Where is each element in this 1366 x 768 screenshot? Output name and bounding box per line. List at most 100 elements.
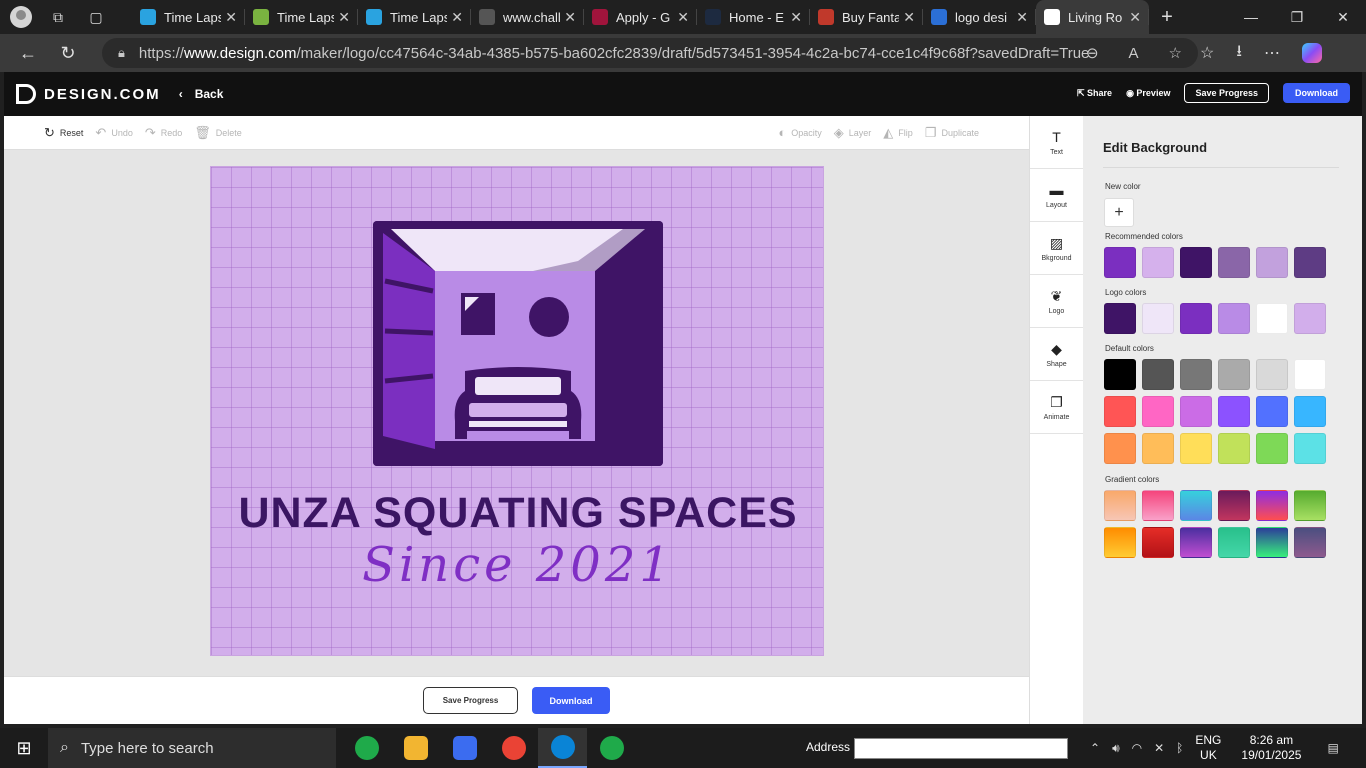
- color-swatch[interactable]: [1142, 490, 1174, 521]
- side-tool-bkground[interactable]: ▨ Bkground: [1030, 222, 1083, 275]
- color-swatch[interactable]: [1142, 433, 1174, 464]
- logo-canvas[interactable]: UNZA SQUATING SPACES Since 2021: [210, 166, 824, 656]
- color-swatch[interactable]: [1180, 247, 1212, 278]
- share-button[interactable]: ⇱ Share: [1077, 88, 1112, 99]
- color-swatch[interactable]: [1256, 433, 1288, 464]
- tab-close-icon[interactable]: ✕: [451, 9, 463, 26]
- bottom-save-progress-button[interactable]: Save Progress: [423, 687, 518, 714]
- volume-icon[interactable]: 🔊︎: [1112, 741, 1120, 756]
- download-button[interactable]: Download: [1283, 83, 1350, 103]
- color-swatch[interactable]: [1294, 396, 1326, 427]
- color-swatch[interactable]: [1256, 490, 1288, 521]
- color-swatch[interactable]: [1180, 396, 1212, 427]
- notifications-icon[interactable]: ▤: [1327, 741, 1338, 755]
- chevron-up-icon[interactable]: ⌃: [1090, 741, 1100, 755]
- color-swatch[interactable]: [1294, 359, 1326, 390]
- flip-button[interactable]: ◭ Flip: [883, 125, 913, 141]
- color-swatch[interactable]: [1180, 303, 1212, 334]
- color-swatch[interactable]: [1218, 359, 1250, 390]
- color-swatch[interactable]: [1104, 247, 1136, 278]
- address-toolbar-input[interactable]: [854, 738, 1068, 759]
- color-swatch[interactable]: [1294, 247, 1326, 278]
- color-swatch[interactable]: [1104, 396, 1136, 427]
- browser-tab[interactable]: www.chall ✕: [471, 0, 584, 34]
- color-swatch[interactable]: [1218, 396, 1250, 427]
- preview-button[interactable]: ◉ Preview: [1126, 88, 1170, 99]
- browser-tab[interactable]: Buy Fanta ✕: [810, 0, 923, 34]
- tab-close-icon[interactable]: ✕: [790, 9, 802, 26]
- zoom-icon[interactable]: ⊖: [1086, 44, 1099, 62]
- color-swatch[interactable]: [1218, 527, 1250, 558]
- color-swatch[interactable]: [1104, 303, 1136, 334]
- side-tool-shape[interactable]: ◆ Shape: [1030, 328, 1083, 381]
- room-emblem-graphic[interactable]: [373, 221, 663, 466]
- back-arrow-icon[interactable]: ←: [8, 43, 48, 64]
- browser-tab[interactable]: Time Lapse✕: [245, 0, 358, 34]
- side-tool-layout[interactable]: ▬ Layout: [1030, 169, 1083, 222]
- color-swatch[interactable]: [1104, 490, 1136, 521]
- reset-button[interactable]: ↻ Reset: [44, 125, 83, 141]
- color-swatch[interactable]: [1256, 303, 1288, 334]
- save-progress-button[interactable]: Save Progress: [1184, 83, 1269, 103]
- color-swatch[interactable]: [1218, 247, 1250, 278]
- opacity-button[interactable]: ◐ Opacity: [778, 125, 821, 141]
- browser-tab[interactable]: Home - E ✕: [697, 0, 810, 34]
- browser-tab[interactable]: Time Lapse✕: [132, 0, 245, 34]
- tab-close-icon[interactable]: ✕: [1016, 9, 1028, 26]
- logo-subtitle-text[interactable]: Since 2021: [211, 537, 825, 593]
- color-swatch[interactable]: [1104, 433, 1136, 464]
- browser-tab[interactable]: Apply - G ✕: [584, 0, 697, 34]
- whatsapp-icon[interactable]: [342, 728, 391, 768]
- color-swatch[interactable]: [1142, 247, 1174, 278]
- whatsapp-icon[interactable]: [587, 728, 636, 768]
- browser-tab[interactable]: Time Lapse✕: [358, 0, 471, 34]
- language-indicator[interactable]: ENG UK: [1195, 733, 1221, 763]
- more-menu-icon[interactable]: ⋯: [1264, 43, 1280, 63]
- new-tab-button[interactable]: +: [1149, 6, 1185, 29]
- browser-tab[interactable]: logo desi ✕: [923, 0, 1036, 34]
- duplicate-button[interactable]: ❐ Duplicate: [925, 125, 979, 141]
- url-bar[interactable]: 🔒︎ https://www.design.com/maker/logo/cc4…: [102, 38, 1198, 68]
- tab-close-icon[interactable]: ✕: [1129, 9, 1141, 26]
- favorites-icon[interactable]: ☆: [1200, 43, 1214, 63]
- color-swatch[interactable]: [1142, 396, 1174, 427]
- clock[interactable]: 8:26 am 19/01/2025: [1241, 733, 1301, 763]
- color-swatch[interactable]: [1294, 433, 1326, 464]
- copilot-app-icon[interactable]: [440, 728, 489, 768]
- back-button[interactable]: ‹ Back: [179, 87, 236, 101]
- side-tool-text[interactable]: T Text: [1030, 116, 1083, 169]
- favorite-star-icon[interactable]: ☆: [1169, 44, 1182, 62]
- color-swatch[interactable]: [1256, 359, 1288, 390]
- network-icon[interactable]: ✕: [1154, 741, 1164, 755]
- taskbar-search[interactable]: ⌕ Type here to search: [48, 728, 336, 768]
- bottom-download-button[interactable]: Download: [532, 687, 610, 714]
- read-aloud-icon[interactable]: A: [1129, 45, 1139, 62]
- edge-icon[interactable]: [538, 728, 587, 768]
- file-explorer-icon[interactable]: [391, 728, 440, 768]
- tab-close-icon[interactable]: ✕: [903, 9, 915, 26]
- wifi-icon[interactable]: ◠: [1132, 741, 1142, 755]
- browser-tab[interactable]: Living Ro ✕: [1036, 0, 1149, 34]
- add-color-button[interactable]: +: [1104, 198, 1134, 227]
- copilot-icon[interactable]: [1301, 43, 1322, 63]
- color-swatch[interactable]: [1142, 359, 1174, 390]
- downloads-icon[interactable]: ⭳: [1236, 40, 1242, 67]
- bluetooth-icon[interactable]: ᛒ: [1176, 741, 1183, 755]
- logo-title-text[interactable]: UNZA SQUATING SPACES: [211, 489, 825, 538]
- color-swatch[interactable]: [1142, 527, 1174, 558]
- color-swatch[interactable]: [1256, 527, 1288, 558]
- color-swatch[interactable]: [1218, 490, 1250, 521]
- tab-close-icon[interactable]: ✕: [564, 9, 576, 26]
- workspaces-icon[interactable]: ⧉: [46, 5, 70, 29]
- color-swatch[interactable]: [1294, 303, 1326, 334]
- color-swatch[interactable]: [1218, 433, 1250, 464]
- side-tool-logo[interactable]: ❦ Logo: [1030, 275, 1083, 328]
- refresh-icon[interactable]: ↻: [48, 43, 88, 64]
- color-swatch[interactable]: [1294, 490, 1326, 521]
- side-tool-animate[interactable]: ❐ Animate: [1030, 381, 1083, 434]
- brand-logo[interactable]: DESIGN.COM: [16, 84, 161, 104]
- color-swatch[interactable]: [1180, 359, 1212, 390]
- layer-button[interactable]: ◈ Layer: [834, 125, 872, 141]
- color-swatch[interactable]: [1180, 527, 1212, 558]
- color-swatch[interactable]: [1256, 396, 1288, 427]
